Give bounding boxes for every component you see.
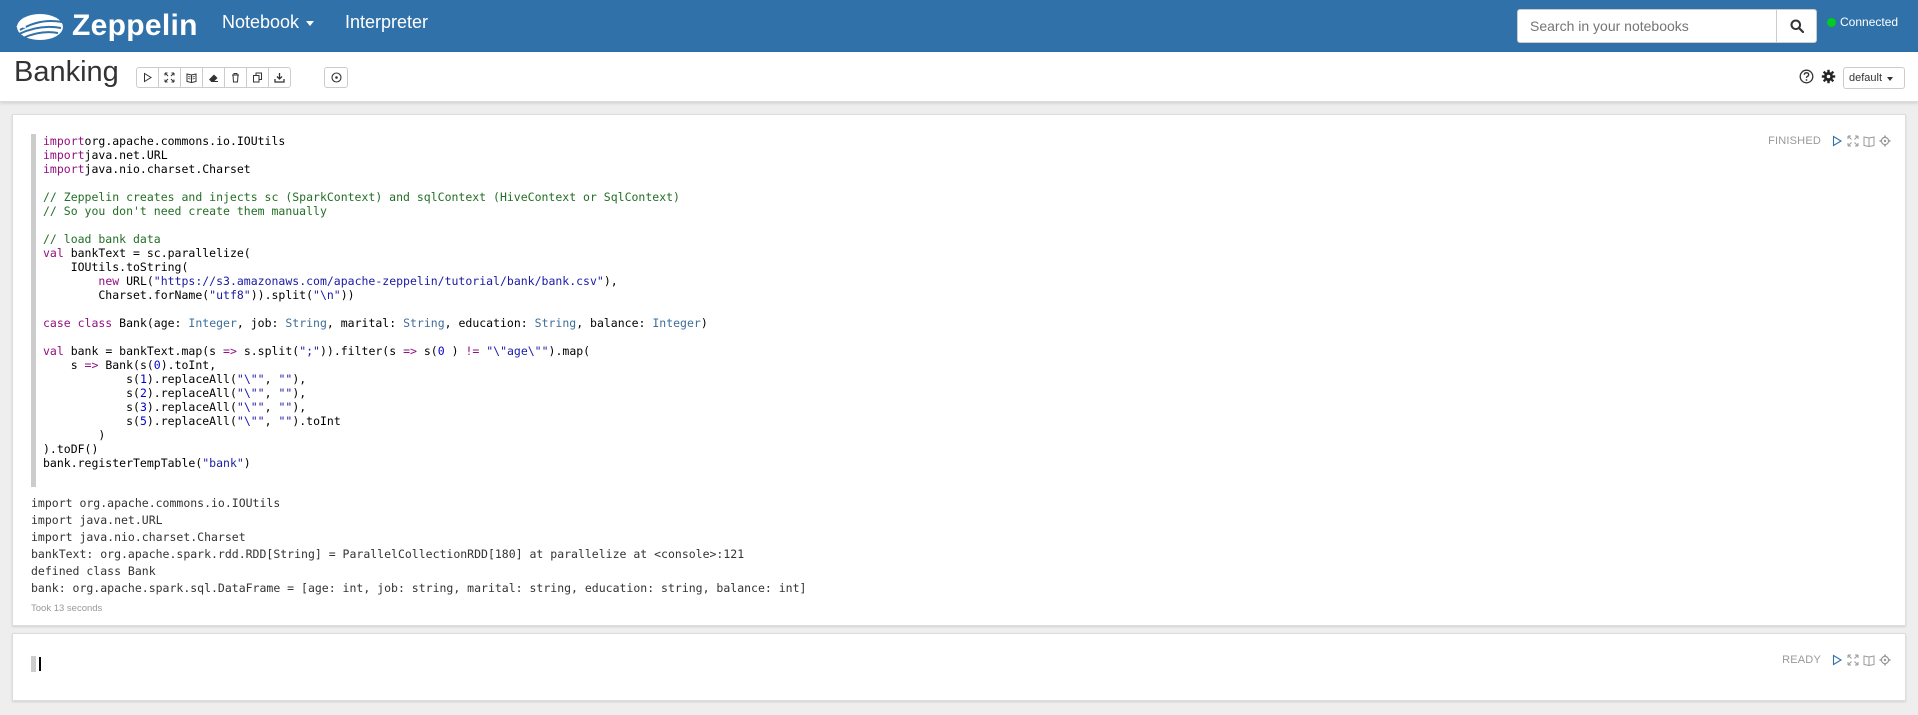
toggle-editor-button[interactable] <box>1847 654 1859 666</box>
search-icon <box>1790 19 1804 33</box>
expand-icon <box>164 72 175 83</box>
help-button[interactable] <box>1799 69 1814 89</box>
help-icon <box>1799 69 1814 84</box>
code-line: bank.registerTempTable("bank") <box>43 456 251 470</box>
notebook-menu[interactable]: Notebook <box>222 12 315 33</box>
export-notebook-button[interactable] <box>268 67 291 88</box>
paragraph-1[interactable]: FINISHED importorg.apache.commons.io.IOU… <box>12 114 1906 626</box>
paragraph-status: READY <box>1782 654 1821 666</box>
notebook-header: Banking default <box>0 52 1918 102</box>
remove-notebook-button[interactable] <box>224 67 247 88</box>
schedule-button[interactable] <box>324 67 348 88</box>
copy-icon <box>253 72 262 83</box>
notebook-toolbar <box>136 67 291 88</box>
code-line: ).toDF() <box>43 442 99 456</box>
connection-status: Connected <box>1827 15 1898 29</box>
code-line: // So you don't need create them manuall… <box>43 204 327 218</box>
play-icon <box>1832 654 1843 666</box>
expand-icon <box>1847 135 1859 147</box>
caret-down-icon <box>306 21 315 26</box>
code-line: s(3).replaceAll("\"", ""), <box>43 400 307 414</box>
zeppelin-logo-icon <box>16 14 63 40</box>
run-all-button[interactable] <box>136 67 159 88</box>
clone-notebook-button[interactable] <box>246 67 269 88</box>
play-icon <box>1832 135 1843 147</box>
toggle-output-button[interactable] <box>180 67 203 88</box>
paragraph-output: import org.apache.commons.io.IOUtils impo… <box>31 495 806 597</box>
play-icon <box>144 72 152 83</box>
clock-icon <box>330 72 342 83</box>
gear-icon <box>1879 135 1891 147</box>
code-line: s(1).replaceAll("\"", ""), <box>43 372 307 386</box>
run-paragraph-button[interactable] <box>1831 654 1843 666</box>
brand[interactable]: Zeppelin <box>14 5 198 47</box>
paragraph-settings-button[interactable] <box>1879 654 1891 666</box>
paragraph-controls: READY <box>1782 654 1891 666</box>
code-line: Charset.forName("utf8")).split("\n")) <box>43 288 355 302</box>
code-line: importorg.apache.commons.io.IOUtils <box>43 134 286 148</box>
notebook-title[interactable]: Banking <box>14 56 119 89</box>
paragraph-2[interactable]: READY <box>12 633 1906 701</box>
paragraph-settings-button[interactable] <box>1879 135 1891 147</box>
interpreter-binding-select[interactable]: default <box>1843 67 1905 89</box>
book-icon <box>1863 655 1875 666</box>
interpreter-binding-label: default <box>1849 72 1883 84</box>
code-line: // load bank data <box>43 232 161 246</box>
code-line: new URL("https://s3.amazonaws.com/apache… <box>98 274 618 288</box>
code-line: ) <box>43 428 106 442</box>
code-line: case class Bank(age: Integer, job: Strin… <box>43 316 708 330</box>
code-line: s(5).replaceAll("\"", "").toInt <box>43 414 341 428</box>
code-line: val bank = bankText.map(s => s.split(";"… <box>43 344 591 358</box>
gear-icon <box>1821 69 1836 84</box>
toggle-editor-button[interactable] <box>1847 135 1859 147</box>
interpreter-link[interactable]: Interpreter <box>345 12 428 33</box>
output-line: defined class Bank <box>31 564 156 578</box>
output-line: bankText: org.apache.spark.rdd.RDD[Strin… <box>31 547 745 561</box>
paragraph-status: FINISHED <box>1768 135 1821 147</box>
output-line: import java.net.URL <box>31 513 163 527</box>
trash-icon <box>232 73 239 83</box>
output-line: import org.apache.commons.io.IOUtils <box>31 496 281 510</box>
paragraph-controls: FINISHED <box>1768 135 1891 147</box>
run-paragraph-button[interactable] <box>1831 135 1843 147</box>
notebook-menu-label: Notebook <box>222 12 300 32</box>
gear-icon <box>1879 654 1891 666</box>
expand-icon <box>1847 654 1859 666</box>
settings-button[interactable] <box>1821 69 1836 89</box>
code-editor[interactable] <box>31 656 1531 672</box>
code-line: // Zeppelin creates and injects sc (Spar… <box>43 190 680 204</box>
code-line: val bankText = sc.parallelize( <box>43 246 251 260</box>
code-line: importjava.nio.charset.Charset <box>43 162 251 176</box>
book-icon <box>1863 136 1875 147</box>
toggle-output-button[interactable] <box>1863 654 1875 666</box>
code-line: importjava.net.URL <box>43 148 168 162</box>
toggle-output-button[interactable] <box>1863 135 1875 147</box>
connection-status-label: Connected <box>1840 15 1899 29</box>
output-line: import java.nio.charset.Charset <box>31 530 246 544</box>
eraser-icon <box>209 74 218 82</box>
text-cursor <box>39 657 41 671</box>
brand-name: Zeppelin <box>72 9 198 42</box>
search-input[interactable] <box>1517 9 1777 43</box>
output-line: bank: org.apache.spark.sql.DataFrame = [… <box>31 581 807 595</box>
clear-output-button[interactable] <box>202 67 225 88</box>
code-line: s(2).replaceAll("\"", ""), <box>43 386 307 400</box>
status-dot-icon <box>1827 17 1836 27</box>
book-icon <box>186 73 197 83</box>
search-button[interactable] <box>1777 9 1817 43</box>
caret-down-icon <box>1887 77 1894 81</box>
code-line: IOUtils.toString( <box>43 260 189 274</box>
toggle-editor-button[interactable] <box>158 67 181 88</box>
top-navbar: Zeppelin Notebook Interpreter Connected <box>0 0 1918 52</box>
code-editor[interactable]: importorg.apache.commons.io.IOUtils impor… <box>31 134 1531 487</box>
code-content: importorg.apache.commons.io.IOUtils impor… <box>43 134 1531 470</box>
code-line: s => Bank(s(0).toInt, <box>43 358 217 372</box>
download-icon <box>274 73 285 83</box>
elapsed-time: Took 13 seconds <box>31 603 103 614</box>
